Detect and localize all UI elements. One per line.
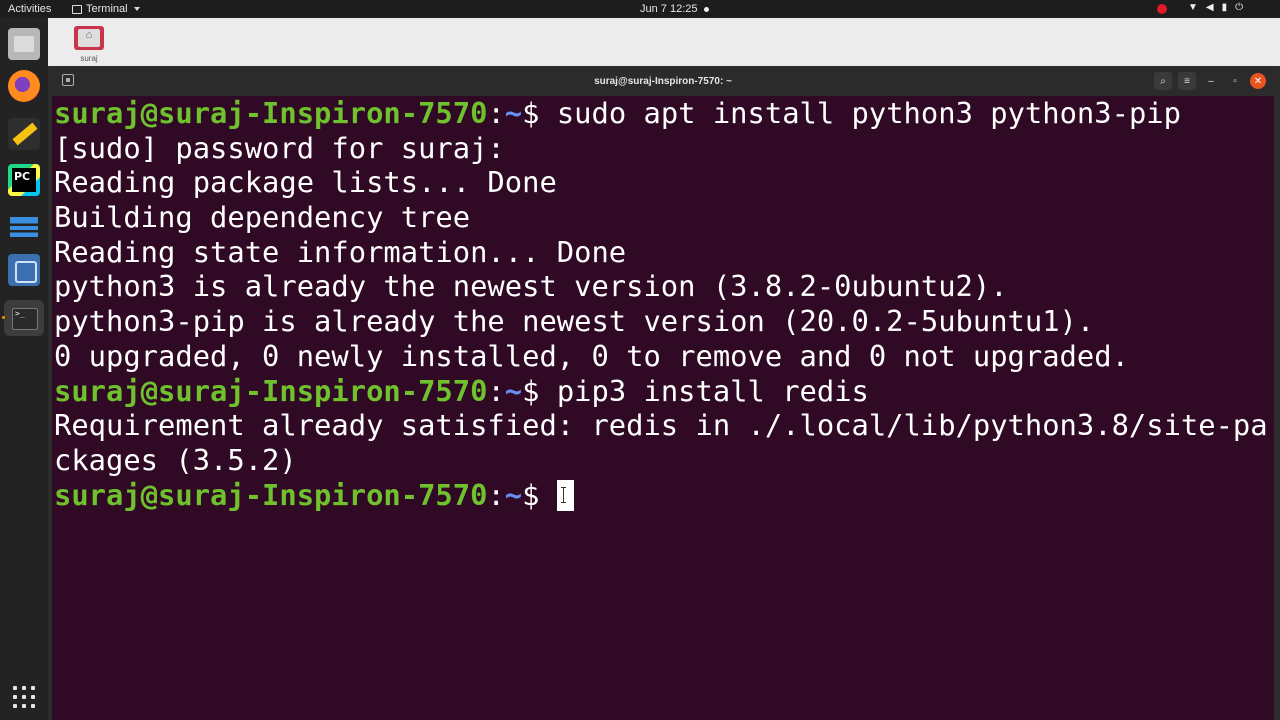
prompt-symbol: $ — [522, 477, 557, 512]
pycharm-icon[interactable]: PC — [8, 164, 40, 196]
prompt-path: ~ — [504, 96, 523, 130]
hamburger-menu-icon[interactable]: ≡ — [1178, 72, 1196, 90]
desktop: suraj — [48, 18, 1280, 66]
terminal-window[interactable]: suraj@suraj-Inspiron-7570: ~ ⌕ ≡ – ▫ ✕ s… — [52, 66, 1274, 720]
window-title: suraj@suraj-Inspiron-7570: ~ — [594, 75, 732, 87]
app-menu[interactable]: Terminal — [72, 3, 140, 15]
terminal-dock-icon[interactable]: >_ — [4, 300, 44, 336]
prompt-user: suraj@suraj-Inspiron-7570 — [54, 477, 488, 512]
text-editor-icon[interactable] — [8, 118, 40, 150]
clock[interactable]: Jun 7 12:25 — [640, 3, 709, 15]
prompt-line: suraj@suraj-Inspiron-7570:~$ pip3 instal… — [54, 374, 1270, 409]
output-line: [sudo] password for suraj: — [54, 130, 505, 165]
prompt-user: suraj@suraj-Inspiron-7570 — [54, 373, 488, 408]
command-text: sudo apt install python3 python3-pip — [556, 96, 1181, 130]
text-cursor — [556, 479, 574, 511]
search-icon[interactable]: ⌕ — [1154, 72, 1172, 90]
power-icon: ⏻ — [1235, 2, 1244, 13]
wifi-icon: ▼ — [1188, 2, 1198, 13]
output-line: python3-pip is already the newest versio… — [54, 304, 1095, 339]
output-line: Reading state information... Done — [54, 234, 627, 269]
prompt-symbol: $ — [522, 96, 557, 130]
maximize-button[interactable]: ▫ — [1226, 72, 1244, 90]
terminal-icon — [72, 4, 82, 14]
prompt-path: ~ — [504, 477, 523, 512]
app-menu-label: Terminal — [86, 3, 128, 15]
minimize-button[interactable]: – — [1202, 72, 1220, 90]
top-bar: Activities Terminal Jun 7 12:25 ▼ ◀ ▮ ⏻ — [0, 0, 1280, 18]
system-tray[interactable]: ▼ ◀ ▮ ⏻ — [1188, 2, 1243, 13]
activities-button[interactable]: Activities — [8, 3, 51, 15]
remote-desktop-icon[interactable] — [8, 254, 40, 286]
firefox-icon[interactable] — [8, 70, 40, 102]
prompt-line: suraj@suraj-Inspiron-7570:~$ — [54, 478, 1270, 513]
output-line: python3 is already the newest version (3… — [54, 269, 1008, 304]
clock-label: Jun 7 12:25 — [640, 3, 698, 15]
prompt-path: ~ — [504, 373, 523, 408]
prompt-separator: : — [487, 373, 505, 408]
title-bar[interactable]: suraj@suraj-Inspiron-7570: ~ ⌕ ≡ – ▫ ✕ — [52, 66, 1274, 96]
battery-icon: ▮ — [1221, 2, 1228, 13]
dock: PC >_ — [0, 18, 48, 720]
prompt-line: suraj@suraj-Inspiron-7570:~$ sudo apt in… — [54, 96, 1270, 131]
prompt-user: suraj@suraj-Inspiron-7570 — [54, 96, 488, 130]
command-text: pip3 install redis — [556, 373, 869, 408]
show-applications-icon[interactable] — [13, 686, 35, 708]
files-app-icon[interactable] — [8, 28, 40, 60]
recording-indicator-icon[interactable] — [1157, 4, 1167, 14]
terminal-output[interactable]: suraj@suraj-Inspiron-7570:~$ sudo apt in… — [54, 96, 1270, 716]
prompt-separator: : — [487, 477, 505, 512]
output-line: Building dependency tree — [54, 200, 471, 235]
new-tab-icon[interactable] — [62, 74, 74, 86]
volume-icon: ◀ — [1205, 2, 1214, 13]
prompt-separator: : — [487, 96, 505, 130]
running-indicator-icon — [2, 316, 5, 319]
close-button[interactable]: ✕ — [1250, 73, 1266, 89]
chevron-down-icon — [133, 7, 140, 11]
output-line: ckages (3.5.2) — [54, 442, 297, 477]
output-line: Reading package lists... Done — [54, 165, 557, 200]
prompt-symbol: $ — [522, 373, 557, 408]
home-folder-icon[interactable] — [74, 26, 104, 50]
output-line: Requirement already satisfied: redis in … — [54, 408, 1268, 443]
output-line: 0 upgraded, 0 newly installed, 0 to remo… — [54, 338, 1129, 373]
notification-dot-icon — [703, 6, 709, 12]
home-folder-label: suraj — [80, 54, 98, 63]
mouse-ibeam-icon — [560, 486, 566, 503]
transfer-app-icon[interactable] — [8, 211, 40, 243]
